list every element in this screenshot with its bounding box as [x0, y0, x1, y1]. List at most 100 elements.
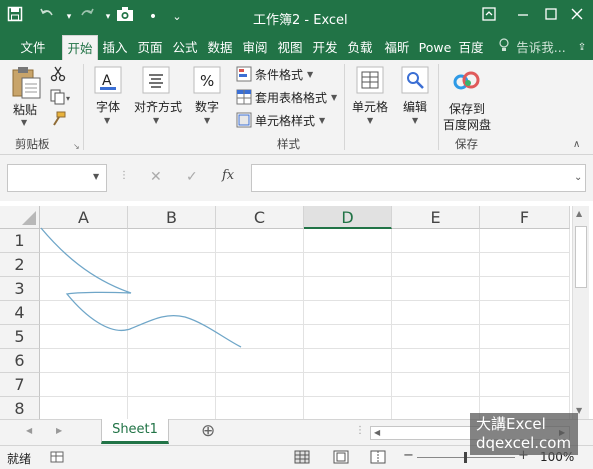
- svg-text:A: A: [102, 73, 112, 89]
- copy-icon[interactable]: ▾: [50, 89, 72, 108]
- ink-stroke-drawing[interactable]: [0, 201, 570, 419]
- table-format-button[interactable]: 套用表格格式: [255, 89, 327, 106]
- camera-icon[interactable]: [114, 6, 136, 28]
- status-ready: 就绪: [7, 452, 32, 466]
- table-format-dropdown-icon[interactable]: ▼: [331, 93, 337, 102]
- alignment-button[interactable]: 对齐方式: [134, 98, 182, 115]
- alignment-dropdown-icon[interactable]: ▼: [153, 116, 159, 125]
- cell-style-button[interactable]: 单元格样式: [255, 112, 315, 129]
- paste-button[interactable]: 粘贴: [13, 101, 37, 118]
- percent-icon[interactable]: %: [193, 66, 221, 97]
- conditional-format-icon[interactable]: [236, 66, 252, 85]
- undo-icon[interactable]: [36, 6, 58, 28]
- page-break-view-icon[interactable]: [370, 450, 386, 467]
- worksheet-grid[interactable]: A B C D E F 1 2 3 4 5 6 7 8 ▲ ▼: [0, 201, 593, 419]
- tab-data[interactable]: 数据: [204, 35, 236, 60]
- name-box[interactable]: [7, 164, 107, 192]
- customize-qat-icon[interactable]: ⌄: [166, 6, 188, 28]
- excel-window: ▾ ▾ • ⌄ 工作簿2 - Excel 文件 开始 插入 页面 公式 数据 审…: [0, 0, 593, 469]
- tell-me-search[interactable]: 告诉我...: [513, 35, 569, 60]
- format-painter-icon[interactable]: [50, 111, 66, 130]
- tab-page-layout[interactable]: 页面: [134, 35, 166, 60]
- formula-bar: ▼ ⋮ ✕ ✓ fx ⌄: [0, 155, 593, 201]
- scroll-up-icon[interactable]: ▲: [576, 209, 582, 218]
- enter-icon[interactable]: ✓: [186, 169, 198, 185]
- tab-baidu[interactable]: 百度: [455, 35, 487, 60]
- tab-insert[interactable]: 插入: [99, 35, 131, 60]
- align-icon[interactable]: [142, 66, 170, 97]
- redo-icon[interactable]: [76, 6, 98, 28]
- editing-button[interactable]: 编辑: [403, 98, 427, 115]
- cancel-icon[interactable]: ✕: [150, 169, 162, 185]
- scroll-left-icon[interactable]: ◀: [374, 428, 380, 437]
- insert-function-icon[interactable]: fx: [222, 168, 234, 183]
- font-dropdown-icon[interactable]: ▼: [104, 116, 110, 125]
- conditional-format-dropdown-icon[interactable]: ▼: [307, 70, 313, 79]
- cells-button[interactable]: 单元格: [352, 98, 388, 115]
- font-icon[interactable]: A: [94, 66, 122, 97]
- font-button[interactable]: 字体: [96, 98, 120, 115]
- save-group-label: 保存: [455, 137, 478, 151]
- vertical-scrollbar[interactable]: ▲ ▼: [572, 206, 589, 419]
- editing-icon[interactable]: [401, 66, 429, 97]
- conditional-format-button[interactable]: 条件格式: [255, 66, 303, 83]
- lightbulb-icon: [497, 35, 511, 60]
- tab-split-grip[interactable]: ⋮: [355, 425, 365, 436]
- paste-dropdown-icon[interactable]: ▼: [21, 118, 27, 127]
- styles-group-label: 样式: [277, 137, 300, 151]
- save-icon[interactable]: [4, 6, 26, 28]
- maximize-icon[interactable]: [540, 6, 562, 28]
- tab-foxit[interactable]: 福昕: [379, 35, 415, 60]
- separator: [344, 64, 345, 150]
- svg-text:%: %: [200, 72, 214, 90]
- tab-developer[interactable]: 开发: [309, 35, 341, 60]
- save-to-label[interactable]: 保存到: [449, 100, 485, 117]
- close-icon[interactable]: [566, 6, 588, 28]
- watermark-logo: 大講Excel dqexcel.com: [470, 413, 578, 455]
- watermark-line2: dqexcel.com: [476, 434, 572, 452]
- normal-view-icon[interactable]: [294, 450, 310, 467]
- scroll-thumb[interactable]: [575, 226, 587, 288]
- zoom-out-button[interactable]: −: [403, 448, 414, 463]
- clipboard-launcher-icon[interactable]: ↘: [73, 142, 80, 151]
- formula-bar-grip: ⋮: [119, 170, 129, 181]
- number-button[interactable]: 数字: [195, 98, 219, 115]
- page-layout-view-icon[interactable]: [333, 450, 349, 467]
- add-sheet-icon[interactable]: ⊕: [201, 421, 215, 441]
- watermark-line1: 大講Excel: [476, 415, 546, 433]
- tab-load-test[interactable]: 负载: [344, 35, 376, 60]
- cell-style-dropdown-icon[interactable]: ▼: [319, 116, 325, 125]
- sheet-prev-icon[interactable]: ◀: [26, 426, 32, 435]
- clipboard-group-label: 剪贴板: [15, 137, 50, 151]
- paste-icon[interactable]: [10, 66, 42, 103]
- expand-formula-icon[interactable]: ⌄: [574, 172, 582, 183]
- share-icon[interactable]: ⇪: [575, 35, 589, 60]
- tab-view[interactable]: 视图: [274, 35, 306, 60]
- qat-dot[interactable]: •: [142, 6, 164, 28]
- number-dropdown-icon[interactable]: ▼: [204, 116, 210, 125]
- baidu-cloud-icon[interactable]: [452, 68, 482, 95]
- ribbon-tabs: 文件 开始 插入 页面 公式 数据 审阅 视图 开发 负载 福昕 Powe 百度…: [0, 35, 593, 60]
- sheet-next-icon[interactable]: ▶: [56, 426, 62, 435]
- cells-icon[interactable]: [356, 66, 384, 97]
- title-bar: ▾ ▾ • ⌄ 工作簿2 - Excel: [0, 0, 593, 35]
- formula-input[interactable]: [251, 164, 586, 192]
- editing-dropdown-icon[interactable]: ▼: [412, 116, 418, 125]
- tab-review[interactable]: 审阅: [239, 35, 271, 60]
- zoom-slider-thumb[interactable]: [464, 452, 467, 463]
- tab-home[interactable]: 开始: [62, 35, 98, 60]
- tab-file[interactable]: 文件: [10, 35, 56, 60]
- cut-icon[interactable]: [50, 66, 66, 85]
- cells-dropdown-icon[interactable]: ▼: [367, 116, 373, 125]
- cell-style-icon[interactable]: [236, 112, 252, 131]
- ribbon-display-icon[interactable]: [478, 6, 500, 28]
- sheet-tab-sheet1[interactable]: Sheet1: [101, 419, 169, 444]
- name-box-dropdown-icon[interactable]: ▼: [93, 172, 99, 181]
- macro-record-icon[interactable]: [50, 451, 64, 466]
- tab-power[interactable]: Powe: [418, 35, 452, 60]
- baidu-disk-label[interactable]: 百度网盘: [443, 116, 491, 133]
- table-format-icon[interactable]: [236, 89, 252, 108]
- minimize-icon[interactable]: [512, 6, 534, 28]
- collapse-ribbon-icon[interactable]: ∧: [573, 139, 580, 150]
- tab-formulas[interactable]: 公式: [169, 35, 201, 60]
